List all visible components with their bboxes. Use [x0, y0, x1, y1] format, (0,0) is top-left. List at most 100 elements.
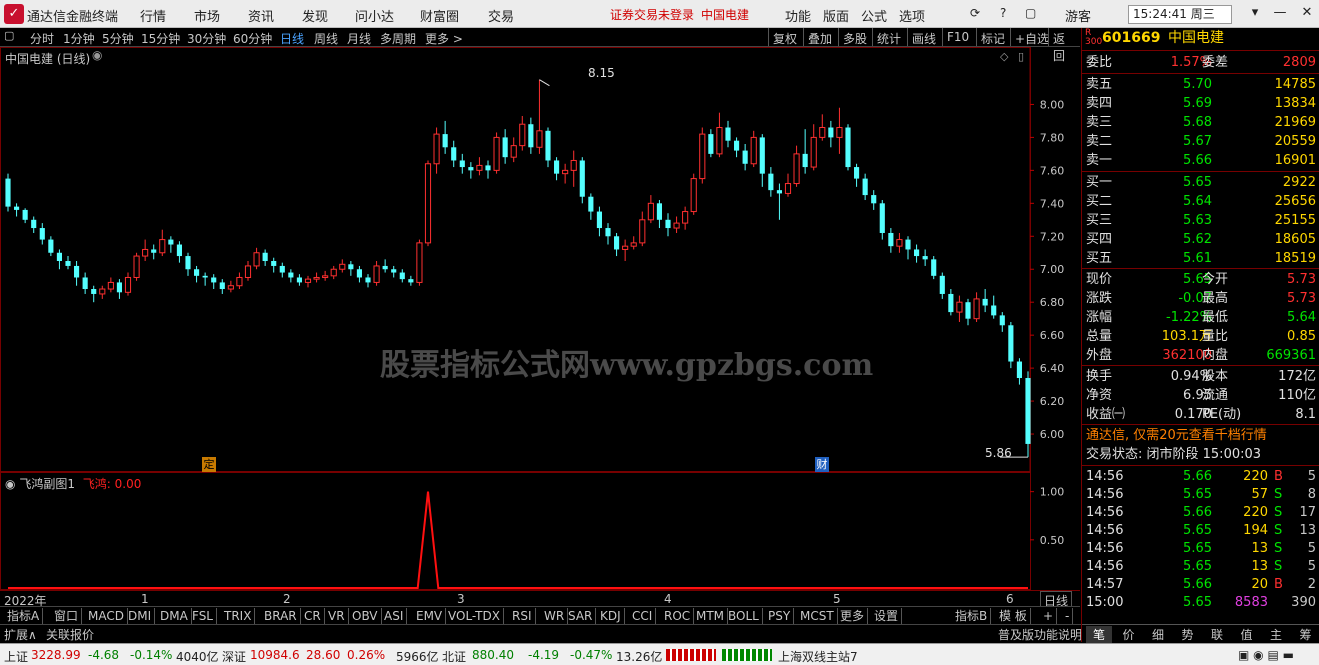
promo-text[interactable]: 通达信, 仅需20元查看千档行情: [1082, 428, 1267, 443]
menu-wenxiaoda[interactable]: 问小达: [355, 6, 394, 25]
panel-tab-2[interactable]: 细: [1145, 626, 1171, 643]
period-60min[interactable]: 60分钟: [233, 30, 272, 47]
panel-tab-4[interactable]: 联: [1204, 626, 1230, 643]
candle-body: [810, 136, 817, 168]
indicator-chart[interactable]: 1.00 0.50: [0, 472, 1080, 590]
period-multi[interactable]: 多周期: [380, 30, 416, 47]
period-fenshi[interactable]: 分时: [30, 30, 54, 47]
menu-gongshi[interactable]: 公式: [861, 6, 887, 25]
menu-xuanxiang[interactable]: 选项: [899, 6, 925, 25]
indicator-tab-14[interactable]: RSI: [509, 608, 536, 624]
marker-cai[interactable]: 财: [815, 457, 829, 472]
window-menu-icon[interactable]: ▾: [1245, 5, 1265, 20]
panel-tab-5[interactable]: 值: [1234, 626, 1260, 643]
sub-chart-options-icon[interactable]: ◉: [5, 477, 15, 491]
indicator-tab-13[interactable]: VOL-TDX: [445, 608, 504, 624]
indicator-tab-22[interactable]: PSY: [765, 608, 795, 624]
indicator-tab-19[interactable]: ROC: [661, 608, 695, 624]
btn-add-favorite[interactable]: +自选: [1010, 28, 1053, 46]
btn-huaxian[interactable]: 画线: [907, 28, 940, 46]
indicator-tab-6[interactable]: TRIX: [221, 608, 256, 624]
indicator-right-2[interactable]: +: [1040, 608, 1058, 624]
user-label[interactable]: 游客: [1065, 6, 1091, 25]
minimize-icon[interactable]: —: [1270, 5, 1290, 20]
indicator-right-3[interactable]: -: [1062, 608, 1074, 624]
btn-diejia[interactable]: 叠加: [803, 28, 836, 46]
menu-jiaoyi[interactable]: 交易: [488, 6, 514, 25]
panel-tab-3[interactable]: 势: [1175, 626, 1201, 643]
period-daily[interactable]: 日线: [280, 30, 304, 47]
chart-options-icon[interactable]: ◉: [92, 48, 102, 62]
stat2-row: 收益㈠ 0.170 PE(动) 8.1: [1082, 405, 1319, 424]
indicator-tab-1[interactable]: 窗口: [51, 608, 83, 624]
btn-f10[interactable]: F10: [942, 28, 973, 46]
indicator-tab-5[interactable]: FSL: [189, 608, 217, 624]
btn-biaoji[interactable]: 标记: [976, 28, 1009, 46]
indicator-tab-23[interactable]: MCST: [797, 608, 838, 624]
refresh-icon[interactable]: ⟳: [970, 6, 980, 20]
indicator-tab-16[interactable]: SAR: [565, 608, 597, 624]
toolbar-toggle-icon[interactable]: ▢: [4, 29, 14, 42]
sub-y-tick-label: 1.00: [1040, 486, 1065, 499]
indicator-tab-9[interactable]: VR: [325, 608, 349, 624]
marker-ding[interactable]: 定: [202, 457, 216, 472]
panel-tab-7[interactable]: 筹: [1293, 626, 1319, 643]
btn-back[interactable]: 返回: [1048, 28, 1080, 63]
period-5min[interactable]: 5分钟: [102, 30, 134, 47]
indicator-tab-7[interactable]: BRAR: [261, 608, 301, 624]
period-weekly[interactable]: 周线: [314, 30, 338, 47]
tick-price: 5.66: [1183, 469, 1212, 484]
indicator-tab-12[interactable]: EMV: [413, 608, 447, 624]
related-quotes-button[interactable]: 关联报价: [46, 626, 94, 643]
indicator-tab-17[interactable]: KDJ: [597, 608, 625, 624]
server-label[interactable]: 上海双线主站7: [778, 648, 858, 665]
ask-volume: 14785: [1274, 77, 1316, 92]
indicator-tab-3[interactable]: DMI: [125, 608, 156, 624]
indicator-right-1[interactable]: 模 板: [996, 608, 1031, 624]
indicator-tab-18[interactable]: CCI: [629, 608, 657, 624]
btn-fuquan[interactable]: 复权: [768, 28, 801, 46]
period-monthly[interactable]: 月线: [347, 30, 371, 47]
indicator-tab-10[interactable]: OBV: [349, 608, 382, 624]
candle-body: [630, 242, 637, 247]
period-more[interactable]: 更多 >: [425, 30, 463, 47]
indicator-tab-4[interactable]: DMA: [157, 608, 192, 624]
menu-gongneng[interactable]: 功能: [785, 6, 811, 25]
candle-body: [356, 269, 362, 278]
period-30min[interactable]: 30分钟: [187, 30, 226, 47]
menu-zixun[interactable]: 资讯: [248, 6, 274, 25]
panel-tab-0[interactable]: 笔: [1086, 626, 1112, 643]
indicator-tab-8[interactable]: CR: [301, 608, 325, 624]
close-icon[interactable]: ✕: [1297, 5, 1317, 20]
candlestick-chart[interactable]: 8.00 7.80 7.60 7.40 7.20 7.00 6.80 6.60 6.40 6.20…: [0, 47, 1080, 472]
indicator-tab-0[interactable]: 指标A: [4, 608, 44, 624]
menu-caifuquan[interactable]: 财富圈: [420, 6, 459, 25]
promo-banner[interactable]: 通达信, 仅需20元查看千档行情: [1082, 426, 1319, 445]
period-15min[interactable]: 15分钟: [141, 30, 180, 47]
indicator-tab-11[interactable]: ASI: [381, 608, 408, 624]
edition-info-button[interactable]: 普及版功能说明: [998, 626, 1082, 643]
menu-banmian[interactable]: 版面: [823, 6, 849, 25]
candle-body: [510, 145, 517, 158]
indicator-tab-20[interactable]: MTM: [693, 608, 729, 624]
indicator-tab-24[interactable]: 更多: [837, 608, 869, 624]
menu-shichang[interactable]: 市场: [194, 6, 220, 25]
indicator-tab-21[interactable]: BOLL: [725, 608, 763, 624]
btn-duogu[interactable]: 多股: [838, 28, 871, 46]
panel-toggle-icon[interactable]: ▯: [1018, 50, 1024, 63]
period-1min[interactable]: 1分钟: [63, 30, 95, 47]
panel-tab-6[interactable]: 主: [1263, 626, 1289, 643]
indicator-tab-25[interactable]: 设置: [871, 608, 903, 624]
help-icon[interactable]: ?: [1000, 6, 1006, 20]
login-status[interactable]: 证券交易未登录: [610, 6, 694, 23]
lock-icon[interactable]: ▢: [1025, 6, 1036, 20]
diamond-icon[interactable]: ◇: [1000, 50, 1008, 63]
indicator-right-0[interactable]: 指标B: [952, 608, 992, 624]
panel-tab-1[interactable]: 价: [1116, 626, 1142, 643]
status-icons[interactable]: ▣ ◉ ▤ ▬: [1238, 648, 1294, 662]
indicator-tab-2[interactable]: MACD: [85, 608, 128, 624]
expand-button[interactable]: 扩展∧: [4, 626, 37, 643]
btn-tongji[interactable]: 统计: [872, 28, 905, 46]
menu-hangqing[interactable]: 行情: [140, 6, 166, 25]
menu-faxian[interactable]: 发现: [302, 6, 328, 25]
